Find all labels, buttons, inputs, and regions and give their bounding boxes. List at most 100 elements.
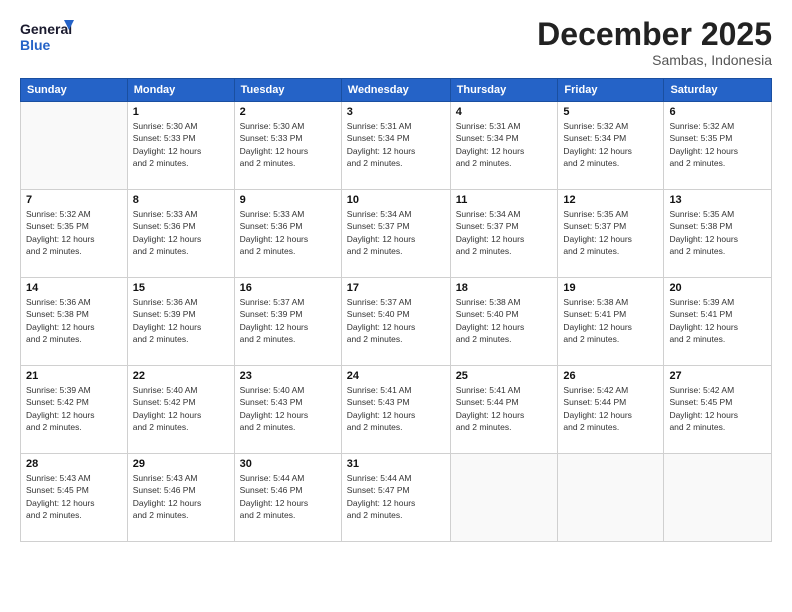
day-number: 3 xyxy=(347,106,445,118)
day-info: Sunrise: 5:30 AMSunset: 5:33 PMDaylight:… xyxy=(133,120,229,169)
svg-text:General: General xyxy=(20,21,72,37)
day-info: Sunrise: 5:36 AMSunset: 5:39 PMDaylight:… xyxy=(133,296,229,345)
day-info: Sunrise: 5:43 AMSunset: 5:45 PMDaylight:… xyxy=(26,472,122,521)
day-info: Sunrise: 5:44 AMSunset: 5:46 PMDaylight:… xyxy=(240,472,336,521)
day-number: 31 xyxy=(347,458,445,470)
weekday-header-thursday: Thursday xyxy=(450,79,558,102)
calendar-cell: 28 Sunrise: 5:43 AMSunset: 5:45 PMDayligh… xyxy=(21,454,128,542)
calendar-week-0: 1 Sunrise: 5:30 AMSunset: 5:33 PMDaylight… xyxy=(21,102,772,190)
day-info: Sunrise: 5:40 AMSunset: 5:43 PMDaylight:… xyxy=(240,384,336,433)
day-number: 9 xyxy=(240,194,336,206)
day-number: 28 xyxy=(26,458,122,470)
day-info: Sunrise: 5:39 AMSunset: 5:41 PMDaylight:… xyxy=(669,296,766,345)
day-info: Sunrise: 5:41 AMSunset: 5:44 PMDaylight:… xyxy=(456,384,553,433)
calendar-cell: 19Sunrise: 5:38 AMSunset: 5:41 PMDayligh… xyxy=(558,278,664,366)
title-block: December 2025 Sambas, Indonesia xyxy=(537,18,772,68)
day-number: 23 xyxy=(240,370,336,382)
weekday-header-friday: Friday xyxy=(558,79,664,102)
day-number: 18 xyxy=(456,282,553,294)
calendar-cell xyxy=(664,454,772,542)
calendar-cell: 30Sunrise: 5:44 AMSunset: 5:46 PMDayligh… xyxy=(234,454,341,542)
day-info: Sunrise: 5:36 AMSunset: 5:38 PMDaylight:… xyxy=(26,296,122,345)
calendar-cell: 1 Sunrise: 5:30 AMSunset: 5:33 PMDaylight… xyxy=(127,102,234,190)
day-number: 29 xyxy=(133,458,229,470)
calendar-cell: 29 Sunrise: 5:43 AMSunset: 5:46 PMDayligh… xyxy=(127,454,234,542)
day-info: Sunrise: 5:35 AMSunset: 5:38 PMDaylight:… xyxy=(669,208,766,257)
day-number: 20 xyxy=(669,282,766,294)
day-info: Sunrise: 5:42 AMSunset: 5:45 PMDaylight:… xyxy=(669,384,766,433)
calendar-cell: 27Sunrise: 5:42 AMSunset: 5:45 PMDayligh… xyxy=(664,366,772,454)
calendar-cell: 17 Sunrise: 5:37 AMSunset: 5:40 PMDayligh… xyxy=(341,278,450,366)
header: GeneralBlue December 2025 Sambas, Indone… xyxy=(20,18,772,68)
calendar-table: SundayMondayTuesdayWednesdayThursdayFrid… xyxy=(20,78,772,542)
day-info: Sunrise: 5:41 AMSunset: 5:43 PMDaylight:… xyxy=(347,384,445,433)
day-number: 1 xyxy=(133,106,229,118)
calendar-cell: 3 Sunrise: 5:31 AMSunset: 5:34 PMDaylight… xyxy=(341,102,450,190)
day-info: Sunrise: 5:38 AMSunset: 5:41 PMDaylight:… xyxy=(563,296,658,345)
day-number: 14 xyxy=(26,282,122,294)
weekday-header-sunday: Sunday xyxy=(21,79,128,102)
day-number: 4 xyxy=(456,106,553,118)
day-number: 10 xyxy=(347,194,445,206)
day-info: Sunrise: 5:33 AMSunset: 5:36 PMDaylight:… xyxy=(133,208,229,257)
day-number: 11 xyxy=(456,194,553,206)
day-number: 17 xyxy=(347,282,445,294)
calendar-cell: 14 Sunrise: 5:36 AMSunset: 5:38 PMDayligh… xyxy=(21,278,128,366)
calendar-cell: 31 Sunrise: 5:44 AMSunset: 5:47 PMDayligh… xyxy=(341,454,450,542)
calendar-cell: 7 Sunrise: 5:32 AMSunset: 5:35 PMDaylight… xyxy=(21,190,128,278)
calendar-cell: 16 Sunrise: 5:37 AMSunset: 5:39 PMDayligh… xyxy=(234,278,341,366)
day-info: Sunrise: 5:33 AMSunset: 5:36 PMDaylight:… xyxy=(240,208,336,257)
day-number: 16 xyxy=(240,282,336,294)
day-number: 25 xyxy=(456,370,553,382)
calendar-cell: 24 Sunrise: 5:41 AMSunset: 5:43 PMDayligh… xyxy=(341,366,450,454)
day-info: Sunrise: 5:32 AMSunset: 5:35 PMDaylight:… xyxy=(669,120,766,169)
weekday-header-saturday: Saturday xyxy=(664,79,772,102)
calendar-cell: 13 Sunrise: 5:35 AMSunset: 5:38 PMDayligh… xyxy=(664,190,772,278)
day-info: Sunrise: 5:38 AMSunset: 5:40 PMDaylight:… xyxy=(456,296,553,345)
calendar-cell: 20 Sunrise: 5:39 AMSunset: 5:41 PMDayligh… xyxy=(664,278,772,366)
day-info: Sunrise: 5:42 AMSunset: 5:44 PMDaylight:… xyxy=(563,384,658,433)
day-info: Sunrise: 5:34 AMSunset: 5:37 PMDaylight:… xyxy=(347,208,445,257)
day-number: 5 xyxy=(563,106,658,118)
weekday-header-row: SundayMondayTuesdayWednesdayThursdayFrid… xyxy=(21,79,772,102)
day-number: 21 xyxy=(26,370,122,382)
calendar-cell: 4 Sunrise: 5:31 AMSunset: 5:34 PMDaylight… xyxy=(450,102,558,190)
day-info: Sunrise: 5:31 AMSunset: 5:34 PMDaylight:… xyxy=(456,120,553,169)
day-info: Sunrise: 5:31 AMSunset: 5:34 PMDaylight:… xyxy=(347,120,445,169)
calendar-cell: 9 Sunrise: 5:33 AMSunset: 5:36 PMDaylight… xyxy=(234,190,341,278)
day-number: 12 xyxy=(563,194,658,206)
day-info: Sunrise: 5:34 AMSunset: 5:37 PMDaylight:… xyxy=(456,208,553,257)
month-title: December 2025 xyxy=(537,18,772,50)
day-number: 7 xyxy=(26,194,122,206)
calendar-cell: 8 Sunrise: 5:33 AMSunset: 5:36 PMDaylight… xyxy=(127,190,234,278)
day-info: Sunrise: 5:37 AMSunset: 5:39 PMDaylight:… xyxy=(240,296,336,345)
calendar-week-2: 14 Sunrise: 5:36 AMSunset: 5:38 PMDayligh… xyxy=(21,278,772,366)
calendar-cell: 12 Sunrise: 5:35 AMSunset: 5:37 PMDayligh… xyxy=(558,190,664,278)
calendar-cell: 5 Sunrise: 5:32 AMSunset: 5:34 PMDaylight… xyxy=(558,102,664,190)
calendar-cell: 26 Sunrise: 5:42 AMSunset: 5:44 PMDayligh… xyxy=(558,366,664,454)
day-info: Sunrise: 5:37 AMSunset: 5:40 PMDaylight:… xyxy=(347,296,445,345)
day-info: Sunrise: 5:40 AMSunset: 5:42 PMDaylight:… xyxy=(133,384,229,433)
day-number: 26 xyxy=(563,370,658,382)
calendar-cell: 18 Sunrise: 5:38 AMSunset: 5:40 PMDayligh… xyxy=(450,278,558,366)
day-info: Sunrise: 5:30 AMSunset: 5:33 PMDaylight:… xyxy=(240,120,336,169)
day-info: Sunrise: 5:32 AMSunset: 5:34 PMDaylight:… xyxy=(563,120,658,169)
day-number: 6 xyxy=(669,106,766,118)
svg-text:Blue: Blue xyxy=(20,37,51,53)
weekday-header-tuesday: Tuesday xyxy=(234,79,341,102)
day-info: Sunrise: 5:35 AMSunset: 5:37 PMDaylight:… xyxy=(563,208,658,257)
calendar-week-3: 21 Sunrise: 5:39 AMSunset: 5:42 PMDayligh… xyxy=(21,366,772,454)
day-info: Sunrise: 5:39 AMSunset: 5:42 PMDaylight:… xyxy=(26,384,122,433)
day-number: 13 xyxy=(669,194,766,206)
day-info: Sunrise: 5:43 AMSunset: 5:46 PMDaylight:… xyxy=(133,472,229,521)
day-number: 24 xyxy=(347,370,445,382)
calendar-cell: 25 Sunrise: 5:41 AMSunset: 5:44 PMDayligh… xyxy=(450,366,558,454)
day-number: 22 xyxy=(133,370,229,382)
day-info: Sunrise: 5:32 AMSunset: 5:35 PMDaylight:… xyxy=(26,208,122,257)
calendar-cell: 15Sunrise: 5:36 AMSunset: 5:39 PMDayligh… xyxy=(127,278,234,366)
page: GeneralBlue December 2025 Sambas, Indone… xyxy=(0,0,792,612)
day-number: 8 xyxy=(133,194,229,206)
calendar-cell: 6 Sunrise: 5:32 AMSunset: 5:35 PMDaylight… xyxy=(664,102,772,190)
calendar-cell: 10 Sunrise: 5:34 AMSunset: 5:37 PMDayligh… xyxy=(341,190,450,278)
day-info: Sunrise: 5:44 AMSunset: 5:47 PMDaylight:… xyxy=(347,472,445,521)
